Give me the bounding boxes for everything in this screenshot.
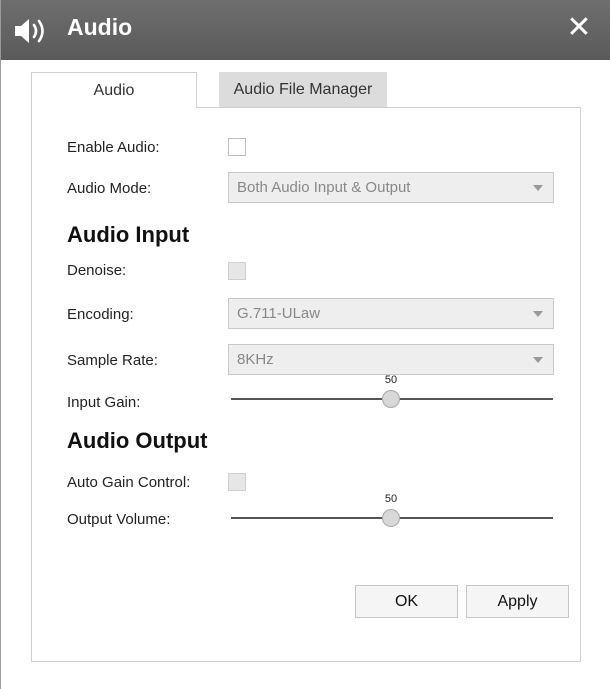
input-gain-slider[interactable]: 50 xyxy=(231,374,553,411)
agc-label: Auto Gain Control: xyxy=(67,474,191,491)
chevron-down-icon xyxy=(533,185,543,191)
audio-mode-label: Audio Mode: xyxy=(67,180,152,197)
enable-audio-label: Enable Audio: xyxy=(67,139,160,156)
chevron-down-icon xyxy=(533,357,543,363)
encoding-select[interactable]: G.711-ULaw xyxy=(228,298,554,329)
output-volume-slider[interactable]: 50 xyxy=(231,493,553,530)
encoding-value: G.711-ULaw xyxy=(237,305,321,322)
audio-mode-select[interactable]: Both Audio Input & Output xyxy=(228,172,554,203)
input-gain-value: 50 xyxy=(384,374,398,386)
agc-checkbox[interactable] xyxy=(228,473,246,491)
dialog-title: Audio xyxy=(67,14,133,40)
speaker-icon xyxy=(15,19,44,43)
input-gain-label: Input Gain: xyxy=(67,394,141,411)
encoding-label: Encoding: xyxy=(67,306,134,323)
denoise-checkbox[interactable] xyxy=(228,262,246,280)
audio-dialog: Audio ✕ Audio Audio File Manager Enable … xyxy=(0,0,610,689)
audio-input-heading: Audio Input xyxy=(67,222,190,247)
apply-button[interactable]: Apply xyxy=(466,585,569,618)
sample-rate-select[interactable]: 8KHz xyxy=(228,344,554,375)
slider-thumb[interactable] xyxy=(382,509,400,527)
denoise-label: Denoise: xyxy=(67,262,127,279)
sample-rate-value: 8KHz xyxy=(237,351,274,368)
tab-audio-file-manager[interactable]: Audio File Manager xyxy=(219,72,387,107)
enable-audio-checkbox[interactable] xyxy=(228,138,246,156)
sample-rate-label: Sample Rate: xyxy=(67,352,158,369)
slider-thumb[interactable] xyxy=(382,390,400,408)
close-icon[interactable]: ✕ xyxy=(563,12,595,44)
audio-output-heading: Audio Output xyxy=(67,428,208,453)
chevron-down-icon xyxy=(533,311,543,317)
output-volume-label: Output Volume: xyxy=(67,511,171,528)
titlebar: Audio ✕ xyxy=(1,0,610,60)
tab-audio[interactable]: Audio xyxy=(31,72,197,108)
audio-mode-value: Both Audio Input & Output xyxy=(237,179,411,196)
ok-button[interactable]: OK xyxy=(355,585,458,618)
output-volume-value: 50 xyxy=(384,493,398,505)
